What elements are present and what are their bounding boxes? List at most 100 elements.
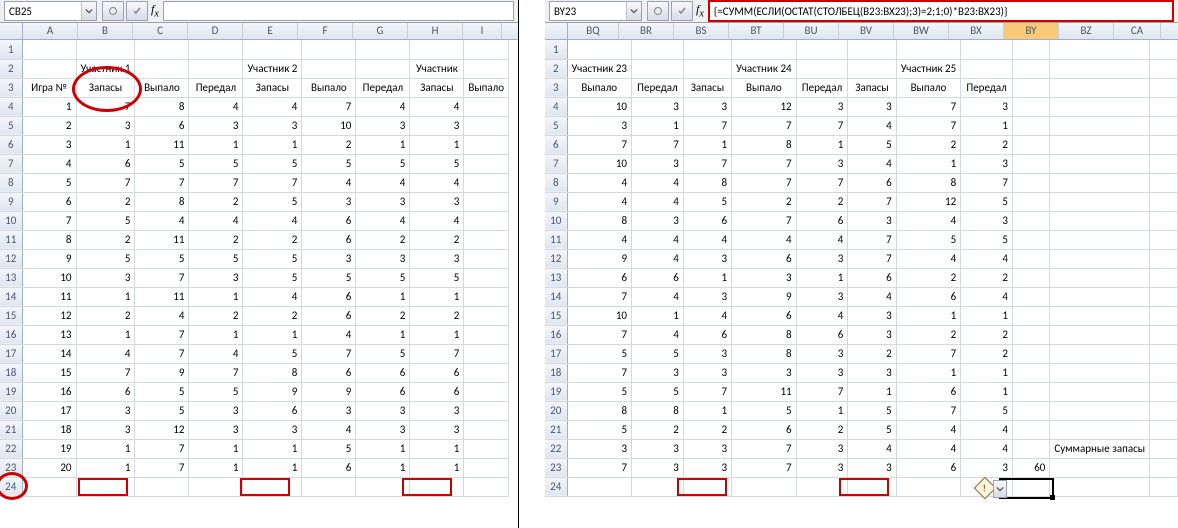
cell[interactable] — [76, 477, 135, 496]
cell[interactable]: 2 — [683, 420, 731, 439]
cell[interactable] — [1050, 135, 1150, 154]
cell[interactable]: 14 — [22, 344, 76, 363]
cell[interactable]: 4 — [848, 287, 896, 306]
row-header[interactable]: 24 — [545, 477, 567, 496]
cell[interactable] — [1050, 420, 1150, 439]
cell[interactable]: 1 — [683, 401, 731, 420]
cell[interactable]: 7 — [632, 135, 684, 154]
cell[interactable]: 4 — [732, 230, 797, 249]
cell[interactable]: 4 — [243, 287, 302, 306]
cell[interactable]: 11 — [135, 135, 189, 154]
cell[interactable]: 2 — [410, 306, 464, 325]
name-box[interactable] — [549, 1, 642, 21]
row-header[interactable]: 20 — [545, 401, 567, 420]
cell[interactable]: 3 — [683, 97, 731, 116]
cell[interactable] — [1012, 344, 1049, 363]
cell[interactable]: 15 — [22, 363, 76, 382]
cell[interactable]: 10 — [567, 306, 632, 325]
accept-formula-button[interactable] — [126, 1, 148, 21]
cell[interactable] — [1012, 78, 1049, 97]
cell[interactable]: 8 — [567, 211, 632, 230]
cell[interactable]: 7 — [732, 458, 797, 477]
row-header[interactable]: 8 — [545, 173, 567, 192]
cell[interactable]: 6 — [632, 268, 684, 287]
cell[interactable]: 10 — [22, 268, 76, 287]
cell[interactable]: 3 — [796, 439, 848, 458]
cell[interactable]: 6 — [732, 249, 797, 268]
cell[interactable]: 2 — [76, 306, 135, 325]
cell[interactable] — [1150, 59, 1178, 78]
cell[interactable]: 7 — [567, 458, 632, 477]
cell[interactable]: 7 — [683, 382, 731, 401]
cell[interactable]: 5 — [243, 344, 302, 363]
cell[interactable] — [1012, 363, 1049, 382]
cell[interactable] — [632, 477, 684, 496]
cell[interactable]: 18 — [22, 420, 76, 439]
cell[interactable] — [1150, 382, 1178, 401]
cell[interactable]: Запасы — [683, 78, 731, 97]
cell[interactable]: 1 — [632, 116, 684, 135]
cell[interactable]: 6 — [410, 382, 464, 401]
cell[interactable]: 1 — [189, 458, 243, 477]
cell[interactable]: 3 — [796, 249, 848, 268]
cell[interactable]: 5 — [567, 344, 632, 363]
cell[interactable]: 3 — [567, 439, 632, 458]
cell[interactable] — [1012, 173, 1049, 192]
col-header-BR[interactable]: BR — [619, 23, 674, 39]
row-header[interactable]: 23 — [0, 458, 22, 477]
cell[interactable]: 4 — [567, 173, 632, 192]
cell[interactable]: 3 — [76, 268, 135, 287]
row-header[interactable]: 2 — [545, 59, 567, 78]
cell[interactable]: 10 — [302, 116, 356, 135]
cell[interactable]: 7 — [567, 287, 632, 306]
cell[interactable]: Выпало — [567, 78, 632, 97]
cell[interactable]: 2 — [243, 306, 302, 325]
cell[interactable]: 5 — [189, 154, 243, 173]
cell[interactable]: 3 — [243, 420, 302, 439]
cell[interactable]: Участник — [410, 59, 464, 78]
cell[interactable]: 1 — [356, 439, 410, 458]
cell[interactable]: 2 — [896, 268, 961, 287]
cell[interactable]: 5 — [961, 192, 1013, 211]
cell[interactable]: Передал — [356, 78, 410, 97]
cell[interactable] — [1050, 173, 1150, 192]
cell[interactable]: 5 — [356, 268, 410, 287]
cell[interactable]: Передал — [796, 78, 848, 97]
cell[interactable]: Выпало — [135, 78, 189, 97]
cell[interactable]: 3 — [732, 268, 797, 287]
cell[interactable]: 4 — [961, 287, 1013, 306]
cell[interactable]: 5 — [243, 192, 302, 211]
cell[interactable]: 7 — [732, 154, 797, 173]
cell[interactable] — [1150, 173, 1178, 192]
col-header-BT[interactable]: BT — [729, 23, 784, 39]
cell[interactable]: 4 — [961, 439, 1013, 458]
cell[interactable]: 1 — [961, 382, 1013, 401]
cell[interactable]: 2 — [76, 230, 135, 249]
cell[interactable] — [464, 287, 509, 306]
cell[interactable]: 4 — [848, 116, 896, 135]
cell[interactable]: 2 — [732, 192, 797, 211]
cell[interactable]: 16 — [22, 382, 76, 401]
row-header[interactable]: 20 — [0, 401, 22, 420]
cell[interactable]: 6 — [567, 268, 632, 287]
cell[interactable]: 7 — [302, 344, 356, 363]
cell[interactable]: 10 — [567, 154, 632, 173]
name-box-input[interactable] — [550, 2, 626, 20]
cell[interactable] — [1012, 306, 1049, 325]
cell[interactable] — [1050, 401, 1150, 420]
cell[interactable]: 3 — [683, 439, 731, 458]
cell[interactable]: 3 — [410, 249, 464, 268]
cell[interactable]: 6 — [302, 363, 356, 382]
cell[interactable] — [1012, 325, 1049, 344]
cell[interactable] — [464, 230, 509, 249]
cell[interactable]: 3 — [410, 420, 464, 439]
cell[interactable]: 4 — [848, 154, 896, 173]
cell[interactable]: 3 — [848, 325, 896, 344]
cell[interactable] — [896, 477, 961, 496]
cell[interactable]: 5 — [76, 211, 135, 230]
cell[interactable]: Участник 24 — [732, 59, 797, 78]
row-header[interactable]: 5 — [545, 116, 567, 135]
name-box-dropdown[interactable] — [81, 2, 96, 20]
cell[interactable]: 6 — [732, 306, 797, 325]
row-header[interactable]: 1 — [545, 40, 567, 59]
